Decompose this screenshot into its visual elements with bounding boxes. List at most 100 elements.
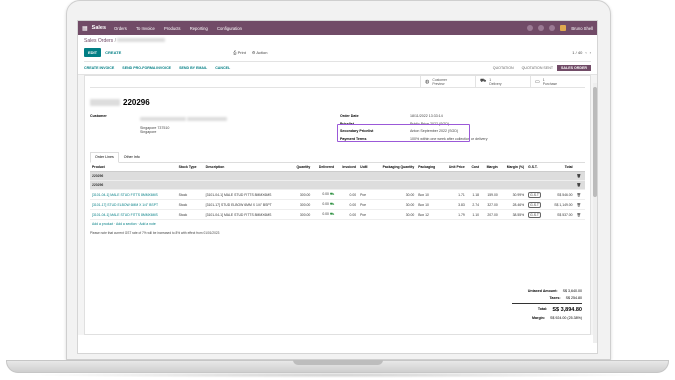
step-quotation[interactable]: QUOTATION <box>489 65 518 71</box>
print-menu[interactable]: ⎙ Print <box>233 50 246 55</box>
cell-pack-qty: 30.00 <box>372 189 417 200</box>
cell-gst: G.S.T <box>526 199 547 210</box>
menu-to-invoice[interactable]: To Invoice <box>136 26 155 31</box>
col-margin[interactable]: Margin <box>481 163 500 172</box>
cell-margin: 327.00 <box>481 199 500 210</box>
cell-delivered-value: 0.00 <box>322 192 329 196</box>
pager-value[interactable]: 1 / 40 <box>572 50 582 55</box>
control-buttons: EDIT CREATE ⎙ Print ⚙ Action 1 / 40 ‹ › <box>84 48 591 57</box>
cell-total: S$ 1,149.00 <box>547 199 575 210</box>
order-date-label: Order Date <box>340 114 359 118</box>
col-unit-price[interactable]: Unit Price <box>442 163 467 172</box>
send-email-button[interactable]: SEND BY EMAIL <box>179 66 207 70</box>
order-date-value[interactable]: 18/11/2022 13:33:14 <box>410 114 443 118</box>
cancel-button[interactable]: CANCEL <box>215 66 230 70</box>
cell-unit-price: 1.79 <box>442 209 467 220</box>
truck-icon[interactable]: ⛟ <box>330 212 334 216</box>
col-gst[interactable]: G.S.T. <box>526 163 547 172</box>
laptop-frame: ▦ Sales Orders To Invoice Products Repor… <box>0 0 675 380</box>
col-trash <box>574 163 585 172</box>
chevron-right-icon[interactable]: › <box>590 50 591 55</box>
action-label: Action <box>256 50 268 55</box>
col-quantity[interactable]: Quantity <box>290 163 313 172</box>
truck-icon[interactable]: ⛟ <box>330 192 334 196</box>
cell-delivered-value: 0.00 <box>322 202 329 206</box>
chat-icon[interactable] <box>527 25 534 31</box>
cell-margin-pct: 30.99% <box>499 189 527 200</box>
col-total[interactable]: Total <box>547 163 575 172</box>
print-label: Print <box>237 50 246 55</box>
avatar[interactable] <box>560 25 567 31</box>
add-note-link[interactable]: Add a note <box>139 222 155 226</box>
notebook-tabs: Order Lines Other Info <box>90 152 585 163</box>
tax-badge: G.S.T <box>528 201 541 208</box>
add-section-link[interactable]: Add a section <box>116 222 137 226</box>
col-delivered[interactable]: Delivered <box>312 163 337 172</box>
scrollbar[interactable] <box>593 83 597 343</box>
truck-icon[interactable]: ⛟ <box>330 202 334 206</box>
col-product[interactable]: Product <box>90 163 177 172</box>
chevron-left-icon[interactable]: ‹ <box>585 50 586 55</box>
col-invoiced[interactable]: Invoiced <box>336 163 359 172</box>
col-packaging[interactable]: Packaging <box>416 163 443 172</box>
tab-other-info[interactable]: Other Info <box>119 152 145 162</box>
cell-product[interactable]: [3101-04-1] MALE STUD FITTS 8MMX6MS <box>90 189 177 200</box>
table-row[interactable]: [3101-17] STUD ELBOW 6MM X 1/4" BSPT Sto… <box>90 199 585 210</box>
col-description[interactable]: Description <box>203 163 291 172</box>
menu-orders[interactable]: Orders <box>114 26 127 31</box>
app-name[interactable]: Sales <box>92 25 106 31</box>
menu-products[interactable]: Products <box>164 26 181 31</box>
activity-icon[interactable] <box>538 25 545 31</box>
edit-button[interactable]: EDIT <box>84 48 102 57</box>
col-cost[interactable]: Cost <box>466 163 482 172</box>
taxes-row: Taxes: S$ 254.80 <box>482 296 582 300</box>
total-label: Total: <box>537 307 548 311</box>
cell-margin-pct: 38.55% <box>499 209 527 220</box>
section-row[interactable]: 220296 🗑 <box>90 171 585 181</box>
delivery-button[interactable]: ⛟ 1 Delivery <box>475 76 530 87</box>
trash-icon[interactable]: 🗑 <box>574 171 585 181</box>
create-invoice-button[interactable]: CREATE INVOICE <box>84 66 114 70</box>
form-background: ◍ Customer Preview ⛟ 1 Delivery ▭ 1 Purchas… <box>78 75 597 335</box>
table-row[interactable]: [3101-04-1] MALE STUD FITTS 8MMX6MS Stoc… <box>90 209 585 220</box>
cell-cost: 1.18 <box>466 189 482 200</box>
cell-gst: G.S.T <box>526 209 547 220</box>
untaxed-row: Untaxed Amount: S$ 3,640.00 <box>482 289 582 293</box>
status-steps: QUOTATION QUOTATION SENT SALES ORDER <box>489 65 591 71</box>
app-grid-icon[interactable]: ▦ <box>82 25 88 32</box>
pager: 1 / 40 ‹ › <box>572 50 591 55</box>
action-menu[interactable]: ⚙ Action <box>252 50 268 55</box>
menu-configuration[interactable]: Configuration <box>217 26 242 31</box>
trash-icon[interactable]: 🗑 <box>574 189 585 200</box>
customer-preview-button[interactable]: ◍ Customer Preview <box>420 76 475 87</box>
customer-field[interactable]: Singapore 737510 Singapore <box>140 114 227 144</box>
tab-order-lines[interactable]: Order Lines <box>90 152 119 163</box>
breadcrumb-root[interactable]: Sales Orders <box>84 38 113 44</box>
send-proforma-button[interactable]: SEND PRO-FORMA INVOICE <box>122 66 171 70</box>
table-row[interactable]: [3101-04-1] MALE STUD FITTS 8MMX6MS Stoc… <box>90 189 585 200</box>
trash-icon[interactable]: 🗑 <box>574 180 585 190</box>
col-uom[interactable]: UoM <box>358 163 373 172</box>
clock-icon[interactable] <box>549 25 556 31</box>
create-button[interactable]: CREATE <box>105 50 121 55</box>
customer-street-redacted <box>187 117 227 121</box>
trash-icon[interactable]: 🗑 <box>574 209 585 220</box>
purchase-button[interactable]: ▭ 1 Purchase <box>530 76 585 87</box>
print-icon: ⎙ <box>233 50 237 55</box>
scrollbar-thumb[interactable] <box>593 87 597 197</box>
col-margin-pct[interactable]: Margin (%) <box>499 163 527 172</box>
section-label: 220296 <box>90 180 575 190</box>
col-stock-type[interactable]: Stock Type <box>176 163 204 172</box>
add-product-link[interactable]: Add a product <box>92 222 113 226</box>
col-packaging-qty[interactable]: Packaging Quantity <box>372 163 417 172</box>
section-row[interactable]: 220296 🗑 <box>90 180 585 190</box>
trash-icon[interactable]: 🗑 <box>574 199 585 210</box>
menu-reporting[interactable]: Reporting <box>190 26 208 31</box>
section-label: 220296 <box>90 171 575 181</box>
cell-product[interactable]: [3101-04-1] MALE STUD FITTS 8MMX6MS <box>90 209 177 220</box>
user-name[interactable]: Bruno Shell <box>571 26 593 31</box>
cell-cost: 1.10 <box>466 209 482 220</box>
step-quotation-sent[interactable]: QUOTATION SENT <box>518 65 557 71</box>
step-sales-order[interactable]: SALES ORDER <box>557 65 591 71</box>
cell-product[interactable]: [3101-17] STUD ELBOW 6MM X 1/4" BSPT <box>90 199 177 210</box>
